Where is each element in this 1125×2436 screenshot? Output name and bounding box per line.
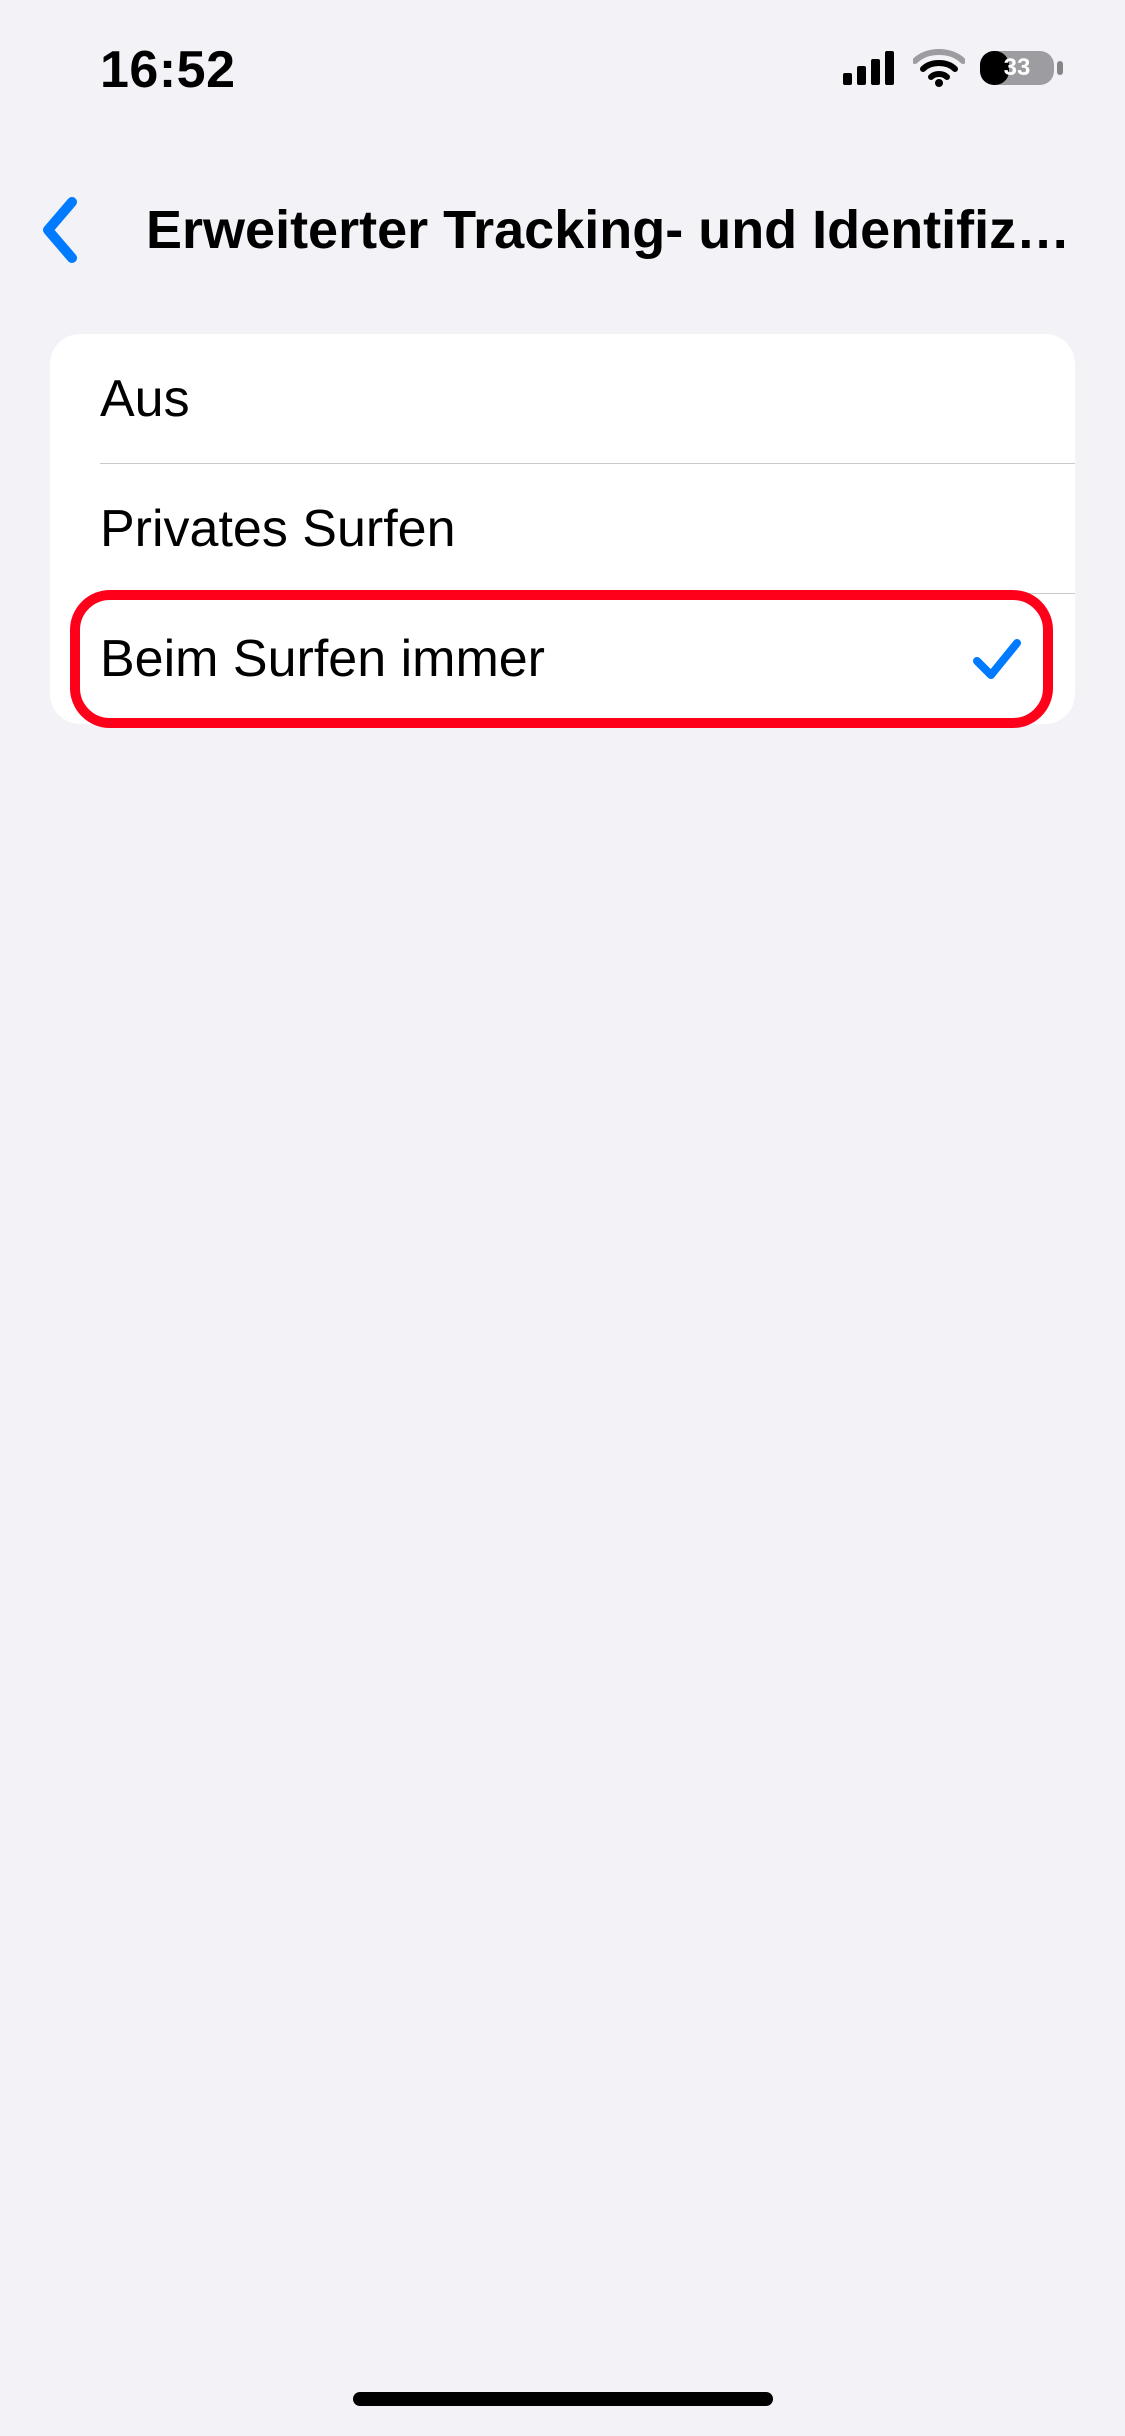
status-indicators: 33 (841, 48, 1065, 93)
chevron-left-icon (40, 196, 80, 264)
option-aus[interactable]: Aus (50, 334, 1075, 464)
home-indicator[interactable] (353, 2392, 773, 2406)
back-button[interactable] (30, 196, 90, 264)
checkmark-icon (969, 631, 1025, 687)
page-title: Erweiterter Tracking- und Identifizier… (90, 199, 1095, 261)
option-label: Aus (100, 369, 190, 429)
cellular-icon (841, 49, 899, 92)
battery-percent-text: 33 (979, 48, 1055, 88)
status-time: 16:52 (100, 40, 236, 100)
option-label: Privates Surfen (100, 499, 456, 559)
option-privates-surfen[interactable]: Privates Surfen (50, 464, 1075, 594)
status-bar: 16:52 33 (0, 0, 1125, 140)
nav-bar: Erweiterter Tracking- und Identifizier… (0, 165, 1125, 295)
battery-icon: 33 (979, 48, 1065, 93)
wifi-icon (913, 49, 965, 92)
option-label: Beim Surfen immer (100, 629, 545, 689)
option-beim-surfen-immer[interactable]: Beim Surfen immer (50, 594, 1075, 724)
tracking-option-group: Aus Privates Surfen Beim Surfen immer (50, 334, 1075, 724)
